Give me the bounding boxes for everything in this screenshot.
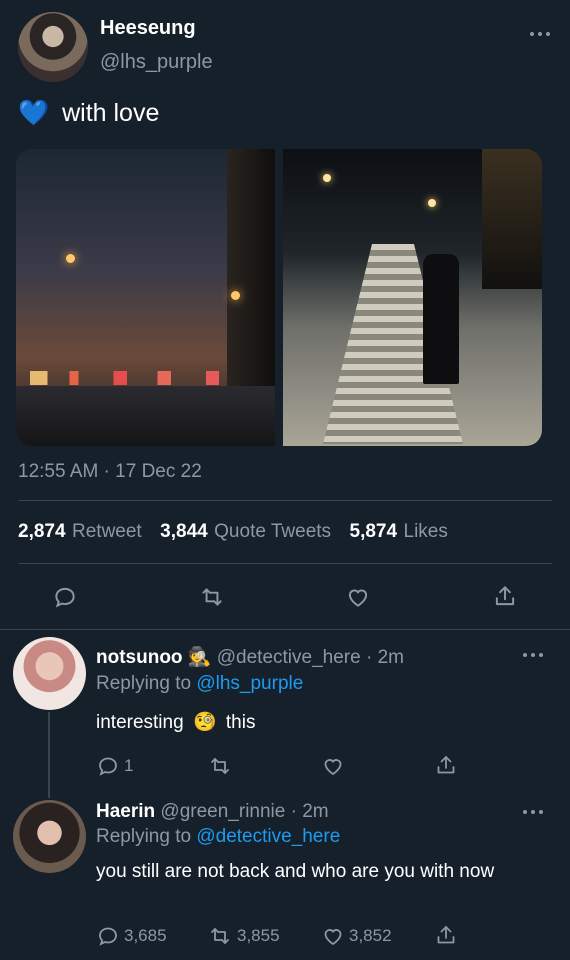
reply-time[interactable]: · 2m (366, 647, 404, 668)
reply-text: you still are not back and who are you w… (96, 861, 495, 882)
reply-text: interesting 🧐 this (96, 710, 255, 734)
share-icon[interactable] (434, 923, 458, 947)
reply-author-name[interactable]: notsunoo (96, 647, 183, 668)
replying-to-prefix: Replying to (96, 826, 192, 847)
reply-avatar[interactable] (13, 800, 86, 873)
reply-text-part: this (225, 712, 256, 733)
retweet-icon[interactable] (207, 754, 233, 778)
monocle-emoji: 🧐 (192, 712, 217, 733)
tweet-text-body: with love (62, 99, 160, 127)
retweet-icon (207, 924, 233, 948)
thread-line (48, 712, 50, 798)
photo-night-road[interactable] (16, 149, 275, 446)
author-handle[interactable]: @lhs_purple (100, 51, 213, 74)
divider (18, 500, 552, 501)
more-options-icon[interactable] (530, 30, 550, 38)
more-options-icon[interactable] (523, 651, 543, 659)
divider (0, 629, 570, 630)
retweet-count: 3,855 (237, 926, 280, 945)
replying-to: Replying to @lhs_purple (96, 673, 303, 695)
reply-icon[interactable] (52, 584, 78, 610)
replying-to-link[interactable]: @lhs_purple (196, 673, 303, 694)
like-label[interactable]: Likes (404, 521, 448, 542)
like-button[interactable]: 3,852 (321, 924, 392, 948)
like-count: 3,852 (349, 926, 392, 945)
reply-time[interactable]: · 2m (291, 801, 329, 822)
share-icon[interactable] (492, 583, 518, 609)
replying-to-prefix: Replying to (96, 673, 192, 694)
retweet-count[interactable]: 2,874 (18, 521, 66, 542)
photo-stairs[interactable] (283, 149, 542, 446)
reply-button[interactable]: 3,685 (96, 924, 167, 948)
reply-header: notsunoo 🕵 @detective_here · 2m (96, 645, 404, 669)
reply-header: Haerin @green_rinnie · 2m (96, 801, 329, 823)
like-icon (321, 924, 345, 948)
reply-avatar[interactable] (13, 637, 86, 710)
tweet-timestamp[interactable]: 12:55 AM · 17 Dec 22 (18, 461, 202, 483)
tweet-stats: 2,874 Retweet 3,844 Quote Tweets 5,874 L… (18, 521, 448, 543)
reply-author-handle[interactable]: @detective_here (217, 647, 361, 668)
reply-count: 1 (124, 756, 134, 775)
more-options-icon[interactable] (523, 808, 543, 816)
retweet-button[interactable]: 3,855 (207, 924, 280, 948)
replying-to: Replying to @detective_here (96, 826, 340, 848)
retweet-icon[interactable] (198, 584, 226, 610)
reply-button[interactable]: 1 (96, 754, 133, 778)
retweet-label[interactable]: Retweet (72, 521, 142, 542)
detective-emoji: 🕵 (187, 647, 212, 668)
replying-to-link[interactable]: @detective_here (196, 826, 340, 847)
reply-count: 3,685 (124, 926, 167, 945)
tweet-text: 💙 with love (18, 99, 159, 128)
reply-icon (96, 754, 120, 778)
reply-text-part: interesting (96, 712, 184, 733)
tweet-photo-grid (16, 149, 542, 446)
reply-author-handle[interactable]: @green_rinnie (160, 801, 285, 822)
quote-count[interactable]: 3,844 (160, 521, 208, 542)
reply-author-name[interactable]: Haerin (96, 801, 155, 822)
divider (18, 563, 552, 564)
share-icon[interactable] (434, 753, 458, 777)
reply-icon (96, 924, 120, 948)
author-avatar[interactable] (18, 12, 88, 82)
blue-heart-emoji: 💙 (18, 99, 50, 127)
like-count[interactable]: 5,874 (350, 521, 398, 542)
author-name[interactable]: Heeseung (100, 17, 196, 40)
like-icon[interactable] (321, 754, 345, 778)
quote-label[interactable]: Quote Tweets (214, 521, 331, 542)
like-icon[interactable] (345, 584, 371, 610)
